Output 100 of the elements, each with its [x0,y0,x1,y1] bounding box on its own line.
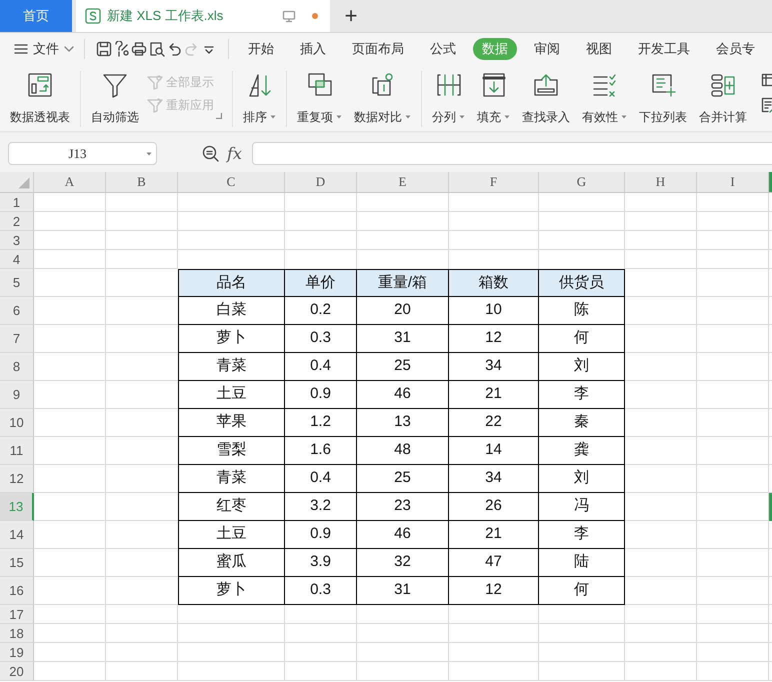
empty-cell[interactable] [697,353,769,381]
home-tab[interactable]: 首页 [0,0,72,32]
row-header[interactable]: 17 [0,605,34,624]
row-header[interactable]: 7 [0,325,34,353]
empty-cell[interactable] [449,193,539,212]
empty-cell[interactable] [625,662,697,681]
empty-cell[interactable] [178,643,285,662]
empty-cell[interactable] [697,521,769,549]
empty-cell[interactable] [357,193,449,212]
empty-cell[interactable] [539,605,625,624]
empty-cell[interactable] [178,231,285,250]
name-box[interactable]: J13 [8,142,157,165]
document-tab[interactable]: 新建 XLS 工作表.xls [76,0,330,32]
empty-cell[interactable] [625,624,697,643]
empty-cell[interactable] [539,212,625,231]
ribbon-tab[interactable]: 开发工具 [629,38,699,60]
ribbon-button[interactable]: 填充 [471,71,516,123]
empty-cell[interactable] [697,325,769,353]
empty-cell[interactable] [285,231,357,250]
empty-cell[interactable] [357,231,449,250]
empty-cell[interactable] [178,193,285,212]
row-header[interactable]: 1 [0,193,34,212]
empty-cell[interactable] [178,624,285,643]
empty-cell[interactable] [106,250,178,269]
ribbon-button[interactable]: 合并计算 [693,71,753,123]
empty-cell[interactable] [449,624,539,643]
column-header[interactable]: B [106,172,178,192]
empty-cell[interactable] [625,212,697,231]
row-header[interactable]: 8 [0,353,34,381]
empty-cell[interactable] [285,643,357,662]
empty-cell[interactable] [449,662,539,681]
empty-cell[interactable] [697,212,769,231]
ribbon-tab[interactable]: 审阅 [525,38,569,60]
column-header[interactable]: F [449,172,539,192]
empty-cell[interactable] [539,193,625,212]
ribbon-button[interactable]: 查找录入 [516,71,576,123]
row-header[interactable]: 9 [0,381,34,409]
empty-cell[interactable] [625,643,697,662]
zoom-button[interactable] [201,144,219,162]
empty-cell[interactable] [539,662,625,681]
empty-cell[interactable] [357,643,449,662]
empty-cell[interactable] [449,605,539,624]
empty-cell[interactable] [285,662,357,681]
column-header[interactable]: E [357,172,449,192]
row-header[interactable]: 12 [0,465,34,493]
empty-cell[interactable] [106,212,178,231]
row-header[interactable]: 11 [0,437,34,465]
ribbon-tab[interactable]: 会员专 [707,38,764,60]
ribbon-button[interactable]: 有效性 [576,71,633,123]
row-header[interactable]: 20 [0,662,34,681]
ribbon-tab[interactable]: 视图 [577,38,621,60]
empty-cell[interactable] [449,212,539,231]
empty-cell[interactable] [106,662,178,681]
ribbon-button[interactable]: 下拉列表 [633,71,693,123]
ribbon-tab[interactable]: 公式 [421,38,465,60]
empty-cell[interactable] [106,605,178,624]
empty-cell[interactable] [697,662,769,681]
empty-cell[interactable] [539,231,625,250]
empty-cell[interactable] [625,250,697,269]
ribbon-button[interactable]: 自动筛选 [85,71,145,123]
ribbon-button[interactable]: 重复项 [291,71,348,123]
row-header[interactable]: 16 [0,577,34,605]
row-header[interactable]: 15 [0,549,34,577]
row-header[interactable]: 18 [0,624,34,643]
empty-cell[interactable] [285,212,357,231]
empty-cell[interactable] [697,269,769,297]
ribbon-button[interactable]: 数据透视表 [4,71,76,123]
new-tab-button[interactable]: + [340,0,362,32]
row-header[interactable]: 2 [0,212,34,231]
empty-cell[interactable] [697,643,769,662]
ribbon-button[interactable]: 排序 [237,71,282,123]
column-header[interactable]: H [625,172,697,192]
empty-cell[interactable] [625,605,697,624]
row-header[interactable]: 10 [0,409,34,437]
empty-cell[interactable] [357,624,449,643]
empty-cell[interactable] [106,643,178,662]
empty-cell[interactable] [697,577,769,605]
empty-cell[interactable] [539,624,625,643]
row-header[interactable]: 3 [0,231,34,250]
empty-cell[interactable] [357,662,449,681]
empty-cell[interactable] [285,624,357,643]
empty-cell[interactable] [697,624,769,643]
empty-cell[interactable] [449,643,539,662]
empty-cell[interactable] [697,250,769,269]
row-header[interactable]: 4 [0,250,34,269]
empty-cell[interactable] [697,605,769,624]
empty-cell[interactable] [106,231,178,250]
row-header[interactable]: 5 [0,269,34,297]
ribbon-tab[interactable]: 开始 [239,38,283,60]
empty-cell[interactable] [697,409,769,437]
empty-cell[interactable] [697,437,769,465]
row-header[interactable]: 6 [0,297,34,325]
row-header[interactable]: 14 [0,521,34,549]
empty-cell[interactable] [625,231,697,250]
empty-cell[interactable] [449,231,539,250]
row-header[interactable]: 19 [0,643,34,662]
file-menu[interactable]: 文件 [14,39,74,59]
empty-cell[interactable] [285,193,357,212]
column-header[interactable]: A [34,172,106,192]
empty-cell[interactable] [697,381,769,409]
